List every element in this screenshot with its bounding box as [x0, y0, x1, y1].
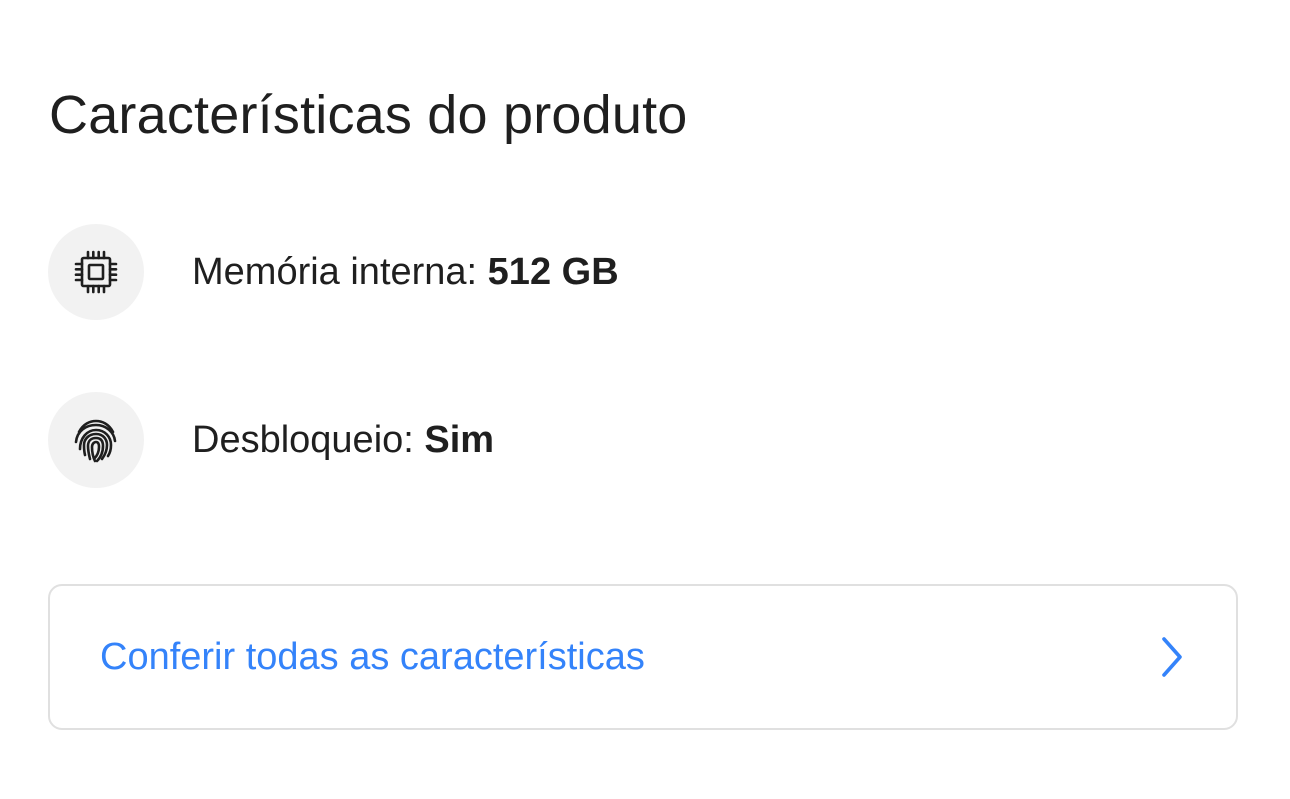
- feature-row-internal-memory: Memória interna: 512 GB: [48, 224, 948, 320]
- see-all-features-button[interactable]: Conferir todas as características: [48, 584, 1238, 730]
- chevron-right-icon: [1158, 635, 1186, 679]
- feature-row-unlock: Desbloqueio: Sim: [48, 392, 948, 488]
- feature-label: Memória interna:: [192, 251, 488, 293]
- feature-value: Sim: [424, 419, 495, 461]
- page-title: Características do produto: [49, 85, 688, 145]
- feature-value: 512 GB: [487, 251, 619, 293]
- feature-text: Desbloqueio: Sim: [192, 417, 494, 463]
- feature-label: Desbloqueio:: [192, 419, 425, 461]
- feature-text: Memória interna: 512 GB: [192, 249, 619, 295]
- fingerprint-icon: [48, 392, 144, 488]
- see-all-features-label: Conferir todas as características: [100, 636, 645, 678]
- memory-chip-icon: [48, 224, 144, 320]
